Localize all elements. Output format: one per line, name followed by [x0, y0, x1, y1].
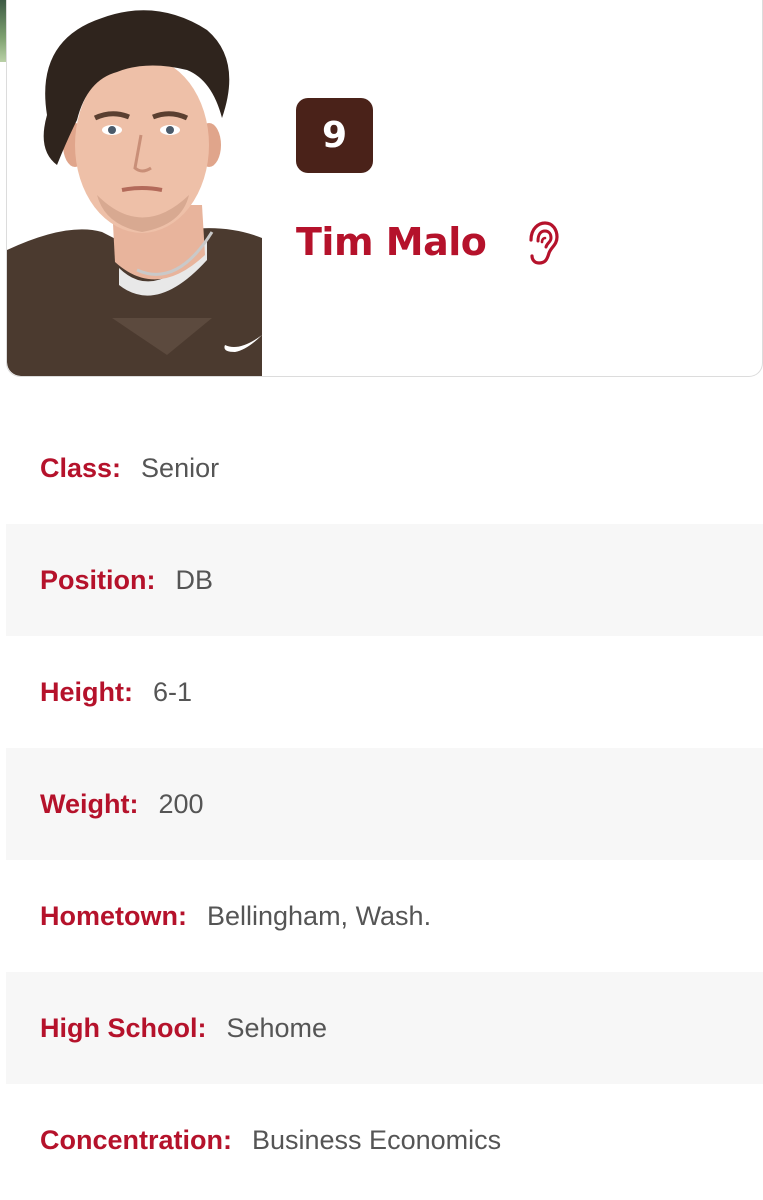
detail-label: Concentration: — [40, 1124, 232, 1155]
detail-label: Position: — [40, 564, 156, 595]
detail-label: Class: — [40, 452, 122, 483]
jersey-number-badge: 9 — [296, 98, 373, 173]
detail-value: DB — [175, 564, 214, 595]
detail-row-high-school: High School: Sehome — [6, 972, 763, 1084]
detail-row-height: Height: 6-1 — [6, 636, 763, 748]
detail-value: Business Economics — [252, 1124, 502, 1155]
detail-row-position: Position: DB — [6, 524, 763, 636]
ear-icon[interactable] — [523, 220, 559, 266]
detail-row-hometown: Hometown: Bellingham, Wash. — [6, 860, 763, 972]
detail-row-weight: Weight: 200 — [6, 748, 763, 860]
detail-label: High School: — [40, 1012, 207, 1043]
detail-label: Height: — [40, 676, 133, 707]
player-card: 9 Tim Malo — [6, 0, 763, 377]
detail-value: 200 — [158, 788, 204, 819]
detail-label: Weight: — [40, 788, 139, 819]
detail-label: Hometown: — [40, 900, 187, 931]
detail-row-concentration: Concentration: Business Economics — [6, 1084, 763, 1196]
player-details: Class: Senior Position: DB Height: 6-1 W… — [6, 412, 763, 1196]
detail-value: Sehome — [226, 1012, 328, 1043]
player-name: Tim Malo — [296, 220, 487, 264]
detail-value: 6-1 — [152, 676, 193, 707]
player-headshot — [7, 0, 262, 376]
detail-row-class: Class: Senior — [6, 412, 763, 524]
detail-value: Senior — [141, 452, 220, 483]
detail-value: Bellingham, Wash. — [206, 900, 432, 931]
